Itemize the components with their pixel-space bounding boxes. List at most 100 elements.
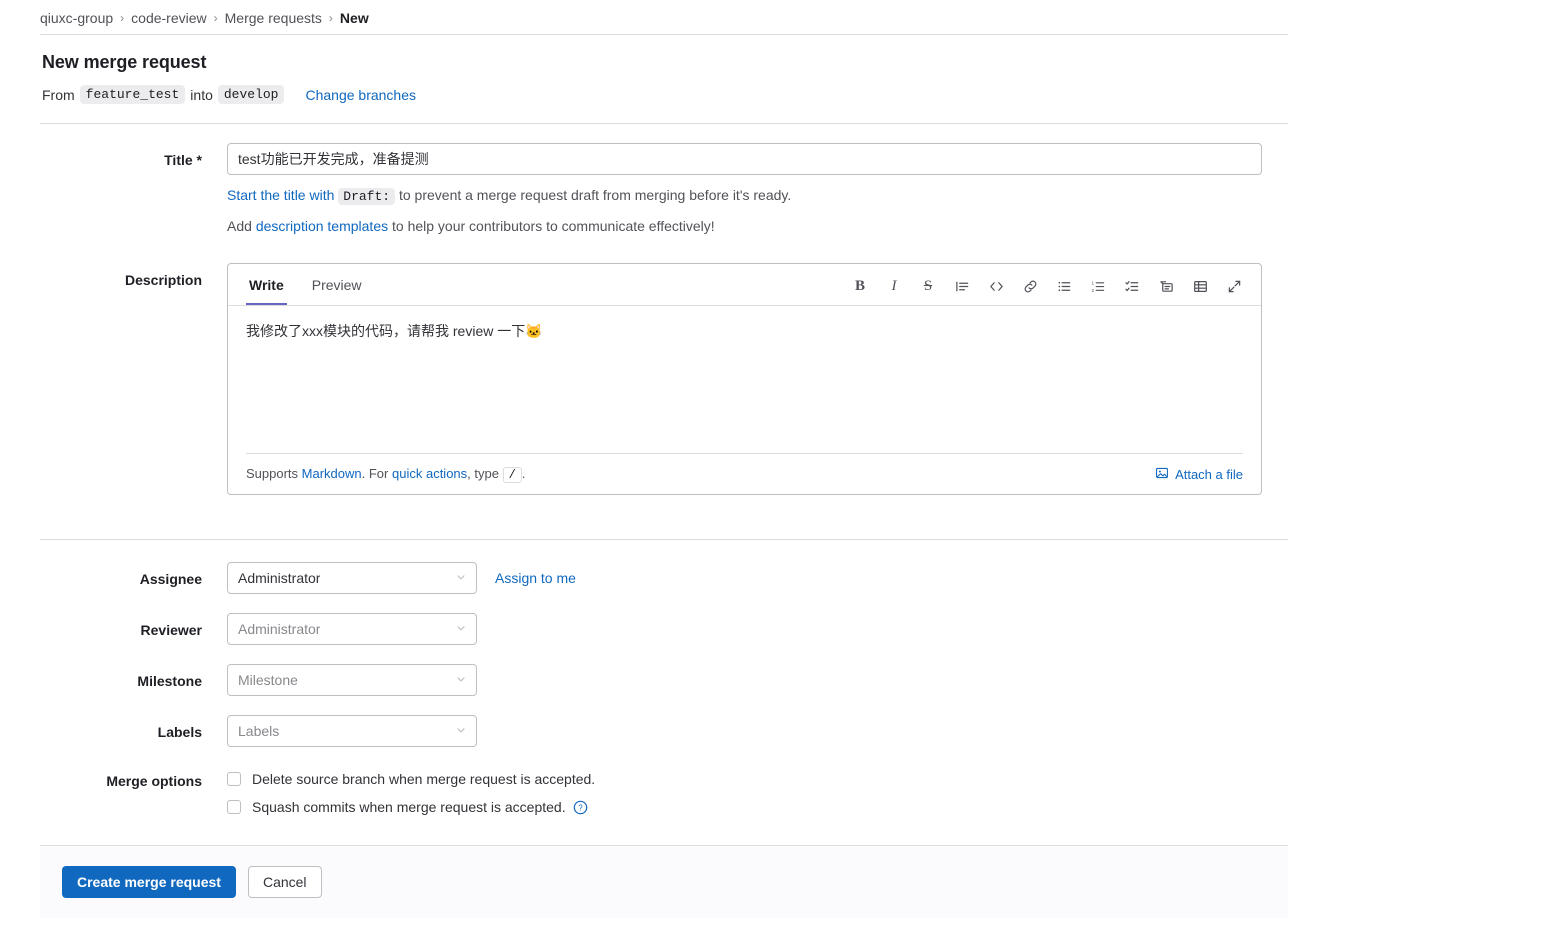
breadcrumb-item-project[interactable]: code-review [131, 10, 206, 26]
create-merge-request-button[interactable]: Create merge request [62, 866, 236, 898]
link-icon[interactable] [1017, 274, 1043, 298]
attach-file-button[interactable]: Attach a file [1155, 466, 1243, 483]
labels-label: Labels [157, 724, 202, 740]
delete-source-branch-checkbox[interactable] [227, 772, 241, 786]
breadcrumb-divider [40, 34, 1288, 35]
merge-options-label: Merge options [106, 773, 202, 789]
breadcrumb-item-merge-requests[interactable]: Merge requests [225, 10, 322, 26]
breadcrumb-item-new: New [339, 10, 369, 26]
title-row: Title * Start the title with Draft: to p… [40, 143, 1288, 236]
target-branch-badge: develop [217, 85, 285, 104]
editor-toolbar: B I S 1 2 [839, 274, 1247, 305]
milestone-value: Milestone [238, 672, 298, 688]
title-hint-draft: Start the title with Draft: to prevent a… [227, 186, 1288, 206]
delete-source-branch-label: Delete source branch when merge request … [252, 771, 596, 787]
add-templates-rest: to help your contributors to communicate… [392, 218, 715, 234]
title-input[interactable] [227, 143, 1262, 175]
form-actions-bar: Create merge request Cancel [40, 845, 1288, 918]
source-branch-badge: feature_test [79, 85, 186, 104]
image-icon [1155, 466, 1175, 483]
merge-options-row: Merge options Delete source branch when … [40, 771, 1288, 827]
assignee-value: Administrator [238, 570, 321, 586]
breadcrumb-item-group[interactable]: qiuxc-group [40, 10, 113, 26]
header-divider [40, 123, 1288, 124]
milestone-row: Milestone Milestone [40, 664, 1288, 696]
title-hint-templates: Add description templates to help your c… [227, 217, 1288, 236]
assignee-select-wrap: Administrator [227, 562, 477, 594]
labels-row: Labels Labels [40, 715, 1288, 747]
breadcrumb-separator-icon: › [213, 11, 218, 25]
page-title: New merge request [42, 52, 207, 72]
title-hint-draft-rest: to prevent a merge request draft from me… [398, 187, 792, 203]
breadcrumb-separator-icon: › [120, 11, 125, 25]
add-templates-prefix: Add [227, 218, 252, 234]
description-label: Description [124, 272, 202, 288]
tab-write[interactable]: Write [246, 277, 287, 305]
quick-actions-link[interactable]: quick actions [392, 466, 467, 481]
labels-select-wrap: Labels [227, 715, 477, 747]
start-title-with-draft-link[interactable]: Start the title with [227, 187, 334, 203]
numbered-list-icon[interactable]: 1 2 [1085, 274, 1111, 298]
editor-footer: Supports Markdown. For quick actions, ty… [228, 454, 1261, 494]
task-list-icon[interactable] [1119, 274, 1145, 298]
assign-to-me-link[interactable]: Assign to me [495, 562, 576, 594]
breadcrumb-separator-icon: › [328, 11, 333, 25]
svg-text:?: ? [578, 803, 583, 812]
squash-commits-row: Squash commits when merge request is acc… [227, 799, 1288, 815]
assignee-label: Assignee [139, 571, 202, 587]
description-row: Description Write Preview B I S 1 2 我修改了… [40, 263, 1288, 495]
reviewer-row: Reviewer Administrator [40, 613, 1288, 645]
footer-type: , type [467, 466, 499, 481]
branch-info: From feature_test into develop Change br… [42, 85, 1288, 104]
breadcrumb: qiuxc-group › code-review › Merge reques… [40, 0, 1288, 30]
milestone-label: Milestone [137, 673, 202, 689]
slash-key-badge: / [502, 467, 522, 483]
draft-prefix-code: Draft: [338, 188, 396, 205]
assignee-row: Assignee Administrator Assign to me [40, 562, 1288, 594]
markdown-link[interactable]: Markdown [302, 466, 362, 481]
new-merge-request-page: qiuxc-group › code-review › Merge reques… [0, 0, 1288, 918]
reviewer-select-wrap: Administrator [227, 613, 477, 645]
footer-period: . [521, 466, 526, 481]
bullet-list-icon[interactable] [1051, 274, 1077, 298]
fullscreen-icon[interactable] [1221, 274, 1247, 298]
squash-commits-checkbox[interactable] [227, 800, 241, 814]
milestone-select[interactable]: Milestone [227, 664, 477, 696]
section-divider [40, 539, 1288, 540]
attach-file-label: Attach a file [1175, 466, 1243, 482]
milestone-select-wrap: Milestone [227, 664, 477, 696]
reviewer-select[interactable]: Administrator [227, 613, 477, 645]
into-label: into [190, 86, 213, 103]
italic-icon[interactable]: I [881, 274, 907, 298]
description-textarea[interactable]: 我修改了xxx模块的代码，请帮我 review 一下🐱 [228, 306, 1261, 431]
labels-select[interactable]: Labels [227, 715, 477, 747]
code-icon[interactable] [983, 274, 1009, 298]
assignee-select[interactable]: Administrator [227, 562, 477, 594]
from-label: From [42, 86, 75, 103]
table-icon[interactable] [1187, 274, 1213, 298]
collapsible-section-icon[interactable] [1153, 274, 1179, 298]
reviewer-label: Reviewer [140, 622, 202, 638]
svg-text:1: 1 [1091, 280, 1094, 285]
editor-tabs: Write Preview [246, 264, 387, 305]
strikethrough-icon[interactable]: S [915, 274, 941, 298]
supports-label: Supports [246, 466, 299, 481]
reviewer-value: Administrator [238, 621, 321, 637]
title-label: Title * [164, 152, 202, 168]
description-text: 我修改了xxx模块的代码，请帮我 review 一下🐱 [246, 323, 543, 339]
squash-commits-label: Squash commits when merge request is acc… [252, 799, 566, 815]
delete-source-branch-row: Delete source branch when merge request … [227, 771, 1288, 787]
change-branches-link[interactable]: Change branches [305, 87, 416, 103]
description-templates-link[interactable]: description templates [256, 218, 388, 234]
markdown-hint: Supports Markdown. For quick actions, ty… [246, 466, 526, 483]
quote-icon[interactable] [949, 274, 975, 298]
footer-mid: . For [361, 466, 389, 481]
labels-value: Labels [238, 723, 280, 739]
editor-header: Write Preview B I S 1 2 [228, 264, 1261, 306]
question-circle-icon[interactable]: ? [573, 800, 588, 815]
description-editor: Write Preview B I S 1 2 我修改了xxx模块的代码，请帮我… [227, 263, 1262, 495]
svg-text:2: 2 [1091, 287, 1094, 292]
tab-preview[interactable]: Preview [309, 277, 365, 305]
cancel-button[interactable]: Cancel [247, 866, 322, 898]
bold-icon[interactable]: B [847, 274, 873, 298]
